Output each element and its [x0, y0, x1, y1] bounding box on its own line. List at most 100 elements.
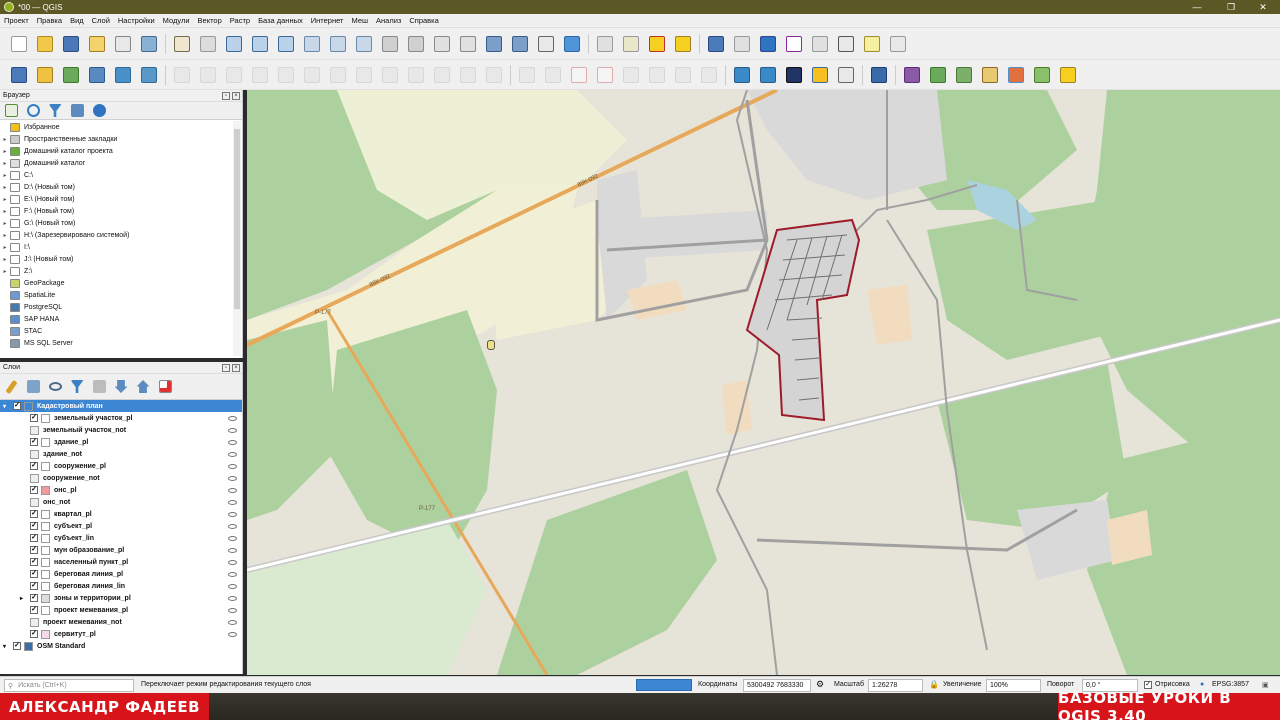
identify-icon[interactable] [705, 33, 727, 55]
layer-group[interactable]: ▾ ✓ Кадастровый план [0, 400, 242, 412]
close-button[interactable]: ✕ [1246, 0, 1280, 14]
layer-item[interactable]: ✓ населенный пункт_pl [0, 556, 242, 568]
zoom-full-icon[interactable] [275, 33, 297, 55]
layer-indicator-icon[interactable] [228, 451, 237, 457]
map-canvas[interactable]: 88К-092 88К-092 Р-177 Р-177 [247, 90, 1280, 675]
layer-visibility-checkbox[interactable]: ✓ [30, 510, 38, 518]
browser-item[interactable]: ▸ H:\ (Зарезервировано системой) [0, 229, 234, 241]
layer-indicator-icon[interactable] [228, 439, 237, 445]
sum-icon[interactable] [783, 33, 805, 55]
lock-scale-icon[interactable]: 🔒 [929, 680, 939, 689]
expand-arrow-icon[interactable]: ▸ [0, 208, 10, 215]
layer-item[interactable]: ✓ мун образование_pl [0, 544, 242, 556]
menu-item[interactable]: Растр [230, 16, 250, 25]
refresh-icon[interactable] [561, 33, 583, 55]
info-icon[interactable] [90, 103, 108, 119]
select-by-expression-icon[interactable] [672, 33, 694, 55]
browser-scrollbar[interactable] [233, 121, 241, 356]
maximize-button[interactable]: ❐ [1214, 0, 1248, 14]
filter-expression-icon[interactable] [90, 379, 108, 395]
add-mesh-icon[interactable] [112, 64, 134, 86]
layer-visibility-checkbox[interactable]: ✓ [30, 546, 38, 554]
visibility-eye-icon[interactable] [46, 379, 64, 395]
select-features-icon[interactable] [594, 33, 616, 55]
new-bookmark-icon[interactable] [483, 33, 505, 55]
undo-icon[interactable] [457, 64, 479, 86]
browser-item[interactable]: ▸ C:\ [0, 169, 234, 181]
map-tips-icon[interactable] [887, 33, 909, 55]
db-manager-icon[interactable] [1057, 64, 1079, 86]
plugin-manager-icon[interactable] [1031, 64, 1053, 86]
layer-visibility-checkbox[interactable]: ✓ [30, 534, 38, 542]
browser-item[interactable]: Избранное [0, 121, 234, 133]
float-panel-button[interactable]: ▫ [222, 92, 230, 100]
expand-arrow-icon[interactable]: ▾ [3, 643, 13, 650]
layer-visibility-checkbox[interactable]: ✓ [30, 570, 38, 578]
pin-labels-icon[interactable] [542, 64, 564, 86]
redo-icon[interactable] [483, 64, 505, 86]
layer-item[interactable]: ✓ береговая линия_pl [0, 568, 242, 580]
browser-item[interactable]: GeoPackage [0, 277, 234, 289]
layer-indicator-icon[interactable] [228, 475, 237, 481]
change-label-icon[interactable] [672, 64, 694, 86]
layer-indicator-icon[interactable] [228, 535, 237, 541]
toggle-extents-icon[interactable]: ⚙ [816, 679, 824, 690]
minimize-button[interactable]: — [1180, 0, 1214, 14]
layer-indicator-icon[interactable] [228, 499, 237, 505]
digitize-icon[interactable] [249, 64, 271, 86]
expand-arrow-icon[interactable]: ▸ [0, 148, 10, 155]
measure-line-icon[interactable] [835, 33, 857, 55]
layer-item[interactable]: ✓ квартал_pl [0, 508, 242, 520]
layer-indicator-icon[interactable] [228, 595, 237, 601]
add-vector-icon[interactable] [60, 64, 82, 86]
add-feature-icon[interactable] [275, 64, 297, 86]
browser-item[interactable]: SpatiaLite [0, 289, 234, 301]
expand-arrow-icon[interactable]: ▸ [0, 196, 10, 203]
layer-item[interactable]: ✓ сервитут_pl [0, 628, 242, 640]
show-bookmarks-icon[interactable] [509, 33, 531, 55]
expand-arrow-icon[interactable]: ▸ [0, 268, 10, 275]
paste-features-icon[interactable] [431, 64, 453, 86]
menu-item[interactable]: Анализ [376, 16, 401, 25]
plugin-icon[interactable] [953, 64, 975, 86]
profile-tool-icon[interactable] [835, 64, 857, 86]
field-calculator-icon[interactable] [979, 64, 1001, 86]
browser-item[interactable]: ▸ Домашний каталог [0, 157, 234, 169]
menu-item[interactable]: Правка [37, 16, 62, 25]
layer-visibility-checkbox[interactable]: ✓ [30, 438, 38, 446]
statistics-icon[interactable] [731, 33, 753, 55]
attribute-table-icon[interactable] [620, 33, 642, 55]
expand-arrow-icon[interactable]: ▸ [0, 160, 10, 167]
zoom-selection-icon[interactable] [301, 33, 323, 55]
style-manager-icon[interactable] [138, 33, 160, 55]
browser-item[interactable]: STAC [0, 325, 234, 337]
help-icon[interactable] [868, 64, 890, 86]
browser-item[interactable]: ▸ Пространственные закладки [0, 133, 234, 145]
deselect-icon[interactable] [646, 33, 668, 55]
save-edits-icon[interactable] [223, 64, 245, 86]
new-project-icon[interactable] [8, 33, 30, 55]
add-layer-icon[interactable] [2, 103, 20, 119]
menu-item[interactable]: Интернет [311, 16, 344, 25]
filter-icon[interactable] [46, 103, 64, 119]
pan-map-icon[interactable] [171, 33, 193, 55]
layer-visibility-checkbox[interactable]: ✓ [13, 402, 21, 410]
menu-item[interactable]: Вектор [198, 16, 222, 25]
move-label-icon[interactable] [620, 64, 642, 86]
layer-visibility-checkbox[interactable]: ✓ [30, 522, 38, 530]
menu-item[interactable]: Вид [70, 16, 84, 25]
browser-item[interactable]: ▸ Z:\ [0, 265, 234, 277]
quickmapservices-icon[interactable] [731, 64, 753, 86]
layer-indicator-icon[interactable] [228, 523, 237, 529]
layer-item[interactable]: здание_not [0, 448, 242, 460]
graphical-modeler-icon[interactable] [927, 64, 949, 86]
save-project-icon[interactable] [60, 33, 82, 55]
browser-item[interactable]: ▸ D:\ (Новый том) [0, 181, 234, 193]
style-brush-icon[interactable] [2, 379, 20, 395]
expand-arrow-icon[interactable]: ▸ [20, 595, 30, 602]
layer-indicator-icon[interactable] [228, 559, 237, 565]
processing-toolbox-icon[interactable] [901, 64, 923, 86]
layer-visibility-checkbox[interactable]: ✓ [30, 462, 38, 470]
new-print-layout-icon[interactable] [86, 33, 108, 55]
layer-item[interactable]: ✓ земельный участок_pl [0, 412, 242, 424]
